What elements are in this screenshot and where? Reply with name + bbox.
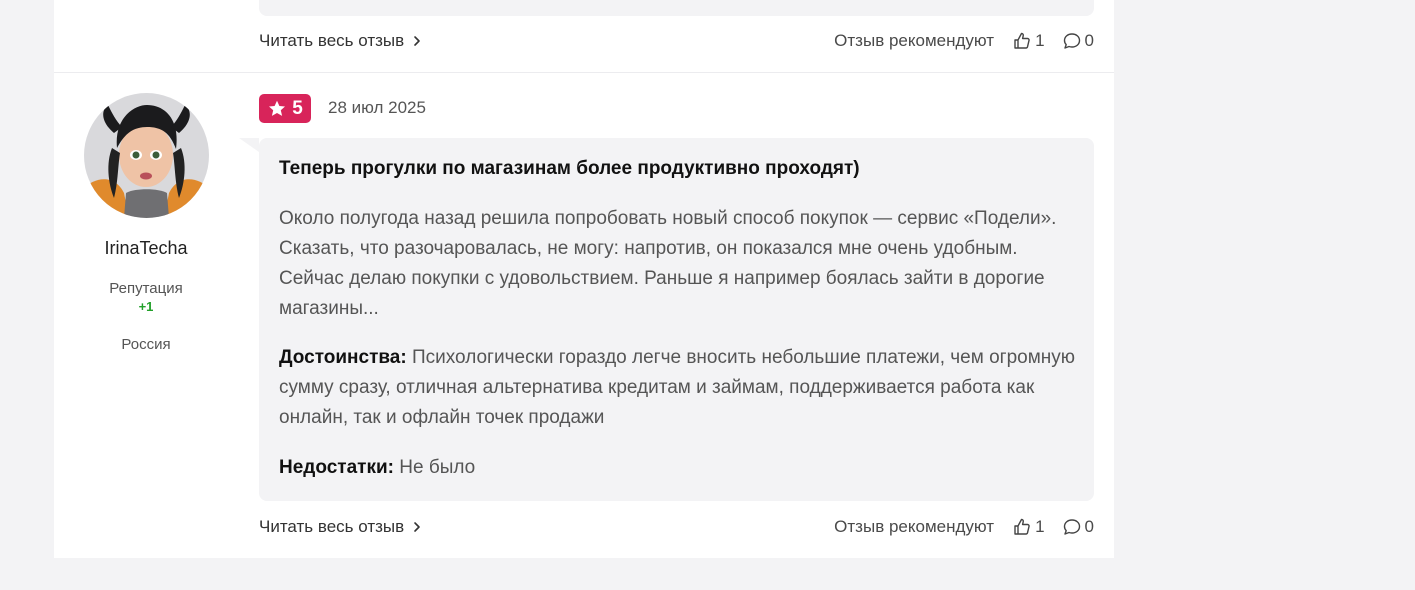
recommend-label: Отзыв рекомендуют [834,31,995,50]
review-body: Около полугода назад решила попробовать … [279,208,1057,319]
pros-label: Достоинства: [279,347,407,368]
rating-badge: 5 [259,94,311,123]
like-count: 1 [1035,31,1045,50]
like-count: 1 [1035,517,1045,536]
comment-count: 0 [1084,31,1094,50]
reviews-card: Читать весь отзыв Отзыв рекомендуют 1 0 [54,0,1114,558]
cons-text: Не было [399,457,476,478]
chevron-right-icon [414,522,420,532]
previous-review-footer: Читать весь отзыв Отзыв рекомендуют 1 0 [259,29,1094,53]
comment-count: 0 [1084,517,1094,536]
read-full-review-link[interactable]: Читать весь отзыв [259,517,424,537]
author-country: Россия [121,336,171,353]
review-bubble: Теперь прогулки по магазинам более проду… [239,138,1094,501]
previous-review-bubble [259,0,1094,16]
review-footer: Читать весь отзыв Отзыв рекомендуют 1 0 [259,515,1094,539]
thumbs-up-icon [1014,518,1030,535]
reputation-value: +1 [138,299,154,314]
comments-button[interactable]: 0 [1062,31,1094,51]
like-button[interactable]: 1 [1012,517,1045,537]
review-title[interactable]: Теперь прогулки по магазинам более проду… [279,158,1079,180]
avatar-image [84,93,209,218]
star-icon [269,100,286,116]
review-date: 28 июл 2025 [328,98,426,117]
review-stats: Отзыв рекомендуют 1 0 [834,517,1094,537]
thumbs-up-icon [1014,32,1030,49]
chevron-right-icon [414,36,420,46]
read-full-review-label: Читать весь отзыв [259,31,405,50]
cons-label: Недостатки: [279,457,394,478]
comments-button[interactable]: 0 [1062,517,1094,537]
avatar[interactable] [84,93,209,218]
recommend-label: Отзыв рекомендуют [834,517,995,536]
review-divider [54,72,1114,73]
rating-value: 5 [292,97,303,119]
comment-bubble-icon [1063,33,1080,49]
author-username[interactable]: IrinaTecha [54,238,238,259]
read-full-review-label: Читать весь отзыв [259,517,405,536]
review-cons: Недостатки: Не было [279,453,1079,483]
read-full-review-link[interactable]: Читать весь отзыв [259,31,424,51]
reputation-label: Репутация [109,280,183,297]
comment-bubble-icon [1063,519,1080,535]
like-button[interactable]: 1 [1012,31,1045,51]
review-stats: Отзыв рекомендуют 1 0 [834,31,1094,51]
review-pros: Достоинства: Психологически гораздо легч… [279,343,1079,433]
